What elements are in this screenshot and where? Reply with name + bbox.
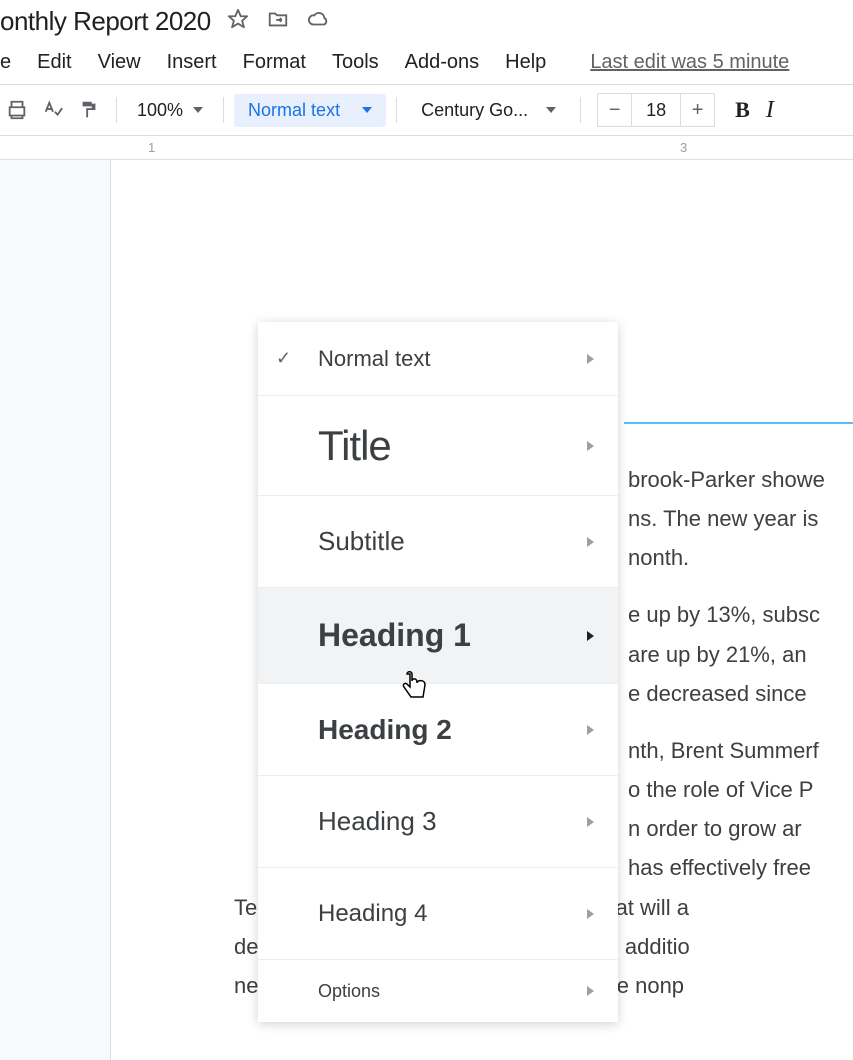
chevron-right-icon xyxy=(587,441,594,451)
paragraph-style-picker[interactable]: Normal text xyxy=(234,94,386,127)
font-value: Century Go... xyxy=(421,100,528,121)
page-area: y brook-Parker showe ns. The new year is… xyxy=(0,160,853,1060)
menu-tools[interactable]: Tools xyxy=(332,51,379,74)
menu-edit[interactable]: Edit xyxy=(37,51,71,74)
chevron-right-icon xyxy=(587,909,594,919)
style-label: Normal text xyxy=(318,346,587,372)
chevron-right-icon xyxy=(587,354,594,364)
italic-button[interactable]: I xyxy=(766,97,774,124)
title-icons xyxy=(227,8,329,35)
spellcheck-icon[interactable] xyxy=(36,93,70,127)
style-label: Title xyxy=(318,422,587,470)
star-icon[interactable] xyxy=(227,8,249,35)
move-folder-icon[interactable] xyxy=(267,8,289,35)
titlebar: onthly Report 2020 xyxy=(0,0,853,43)
toolbar-divider xyxy=(116,97,117,123)
style-option-normal[interactable]: ✓ Normal text xyxy=(258,322,618,396)
style-option-heading1[interactable]: Heading 1 xyxy=(258,588,618,684)
style-label: Subtitle xyxy=(318,526,587,557)
toolbar-divider xyxy=(396,97,397,123)
chevron-right-icon xyxy=(587,725,594,735)
menu-help[interactable]: Help xyxy=(505,51,546,74)
ruler-mark: 3 xyxy=(680,140,687,155)
style-option-heading2[interactable]: Heading 2 xyxy=(258,684,618,776)
font-size-stepper: − 18 + xyxy=(597,93,715,127)
style-value: Normal text xyxy=(248,100,340,121)
menu-insert[interactable]: Insert xyxy=(167,51,217,74)
style-label: Heading 2 xyxy=(318,714,587,746)
toolbar-divider xyxy=(223,97,224,123)
menubar: e Edit View Insert Format Tools Add-ons … xyxy=(0,43,853,84)
chevron-right-icon xyxy=(587,631,594,641)
toolbar-divider xyxy=(580,97,581,123)
zoom-picker[interactable]: 100% xyxy=(127,100,213,121)
chevron-right-icon xyxy=(587,537,594,547)
style-option-title[interactable]: Title xyxy=(258,396,618,496)
document-title[interactable]: onthly Report 2020 xyxy=(0,6,211,37)
ruler-mark: 1 xyxy=(148,140,155,155)
bold-button[interactable]: B xyxy=(735,97,750,123)
last-edit-link[interactable]: Last edit was 5 minute xyxy=(590,51,789,74)
caret-down-icon xyxy=(362,107,372,113)
font-size-value[interactable]: 18 xyxy=(632,100,680,121)
caret-down-icon xyxy=(193,107,203,113)
heading-underline xyxy=(624,422,853,424)
style-option-options[interactable]: Options xyxy=(258,960,618,1022)
paint-format-icon[interactable] xyxy=(72,93,106,127)
style-label: Heading 1 xyxy=(318,617,587,654)
zoom-value: 100% xyxy=(137,100,183,121)
increase-font-button[interactable]: + xyxy=(680,94,714,126)
style-label: Heading 3 xyxy=(318,806,587,837)
style-dropdown: ✓ Normal text Title Subtitle Heading 1 H… xyxy=(258,322,618,1022)
menu-file[interactable]: e xyxy=(0,51,11,74)
font-picker[interactable]: Century Go... xyxy=(407,100,570,121)
style-option-heading3[interactable]: Heading 3 xyxy=(258,776,618,868)
menu-view[interactable]: View xyxy=(98,51,141,74)
decrease-font-button[interactable]: − xyxy=(598,94,632,126)
check-icon: ✓ xyxy=(276,348,291,369)
toolbar: 100% Normal text Century Go... − 18 + B … xyxy=(0,85,853,135)
menu-addons[interactable]: Add-ons xyxy=(405,51,480,74)
menu-format[interactable]: Format xyxy=(243,51,306,74)
chevron-right-icon xyxy=(587,817,594,827)
print-icon[interactable] xyxy=(0,93,34,127)
style-option-heading4[interactable]: Heading 4 xyxy=(258,868,618,960)
caret-down-icon xyxy=(546,107,556,113)
style-option-subtitle[interactable]: Subtitle xyxy=(258,496,618,588)
ruler[interactable]: 1 3 xyxy=(0,136,853,160)
cloud-icon[interactable] xyxy=(307,8,329,35)
chevron-right-icon xyxy=(587,986,594,996)
style-label: Options xyxy=(318,981,587,1002)
style-label: Heading 4 xyxy=(318,900,587,928)
